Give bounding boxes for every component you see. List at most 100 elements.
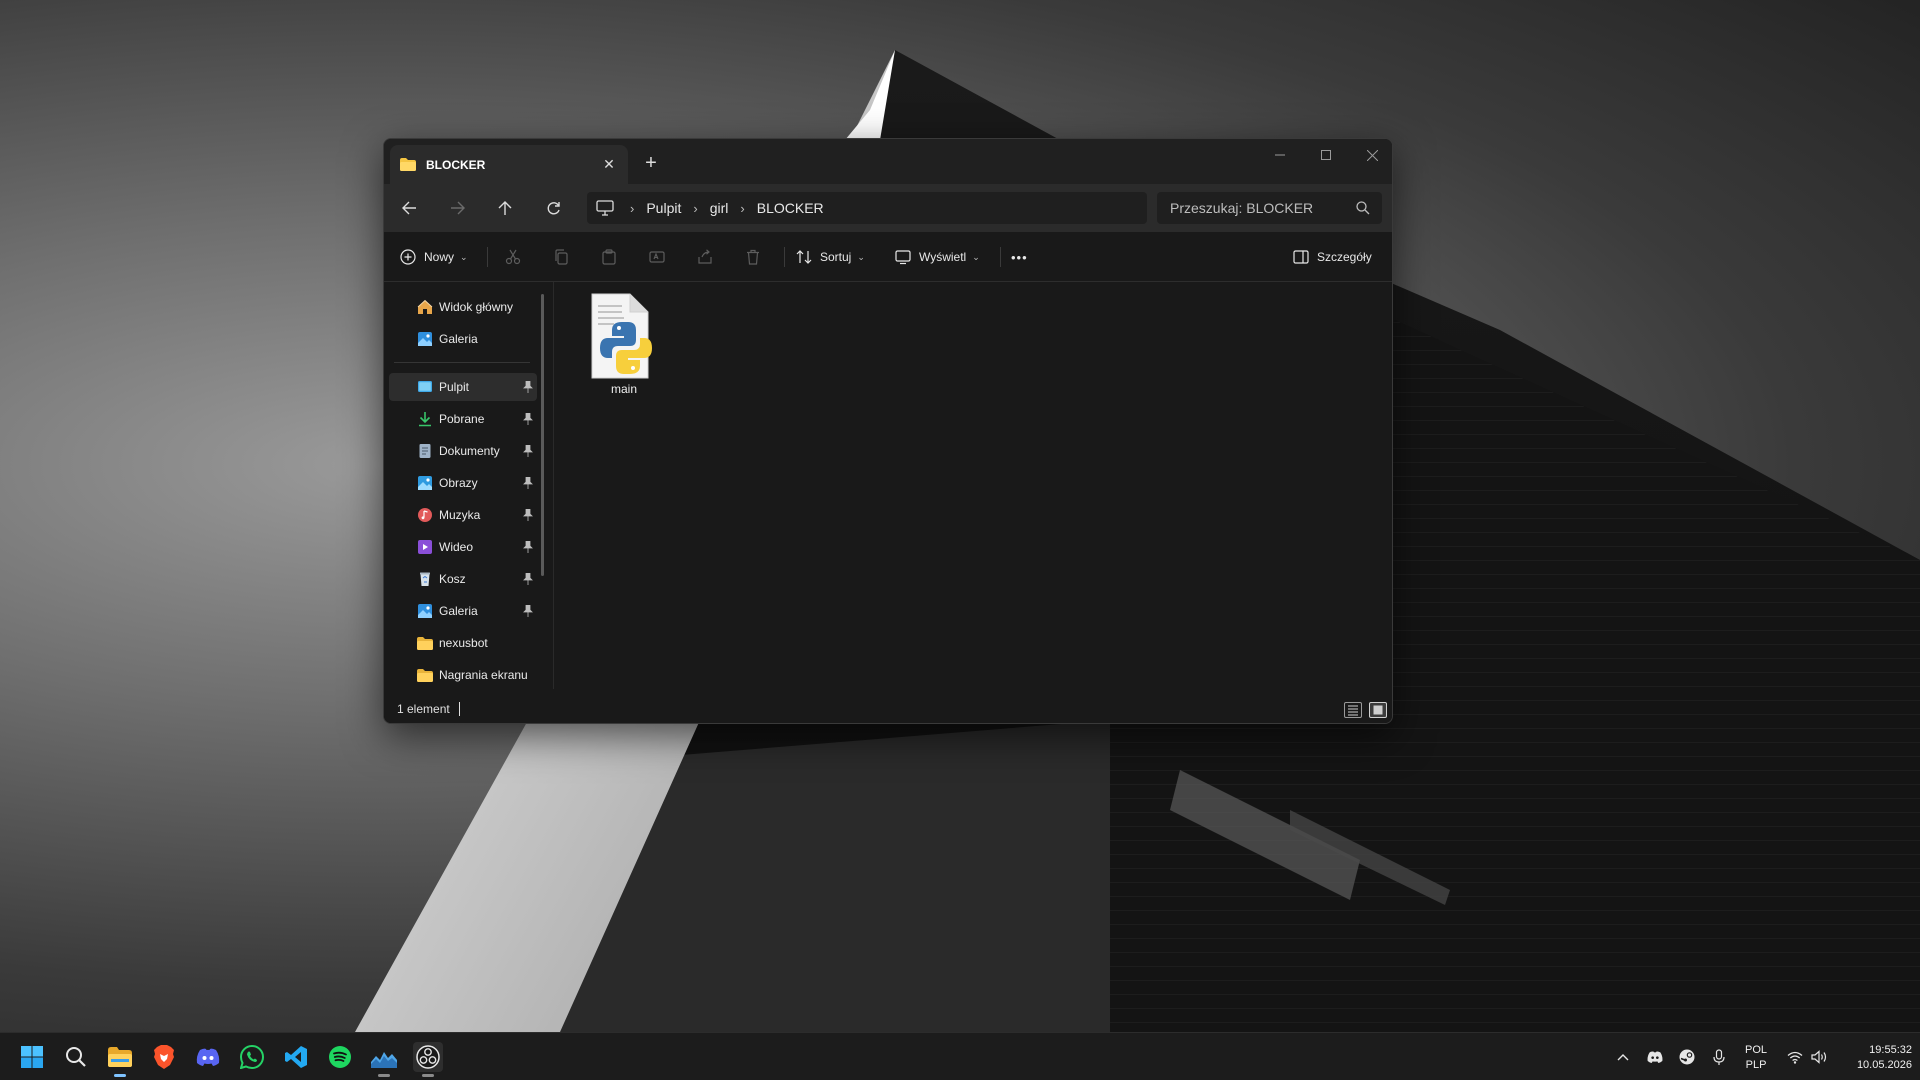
desktop-icon — [418, 381, 432, 392]
taskbar-obs[interactable] — [413, 1042, 443, 1077]
rename-button[interactable] — [649, 244, 665, 270]
sort-button[interactable]: Sortuj ⌄ — [796, 244, 865, 270]
sidebar-item-screen-recordings[interactable]: Nagrania ekranu — [389, 661, 537, 689]
close-icon — [1366, 149, 1378, 161]
copy-button[interactable] — [553, 244, 569, 270]
address-bar[interactable]: › Pulpit › girl › BLOCKER — [587, 192, 1147, 224]
tray-microphone[interactable] — [1709, 1047, 1729, 1067]
sidebar-item-documents[interactable]: Dokumenty — [389, 437, 537, 465]
brave-icon — [154, 1045, 174, 1069]
minimize-icon — [1275, 154, 1285, 156]
sidebar-item-downloads[interactable]: Pobrane — [389, 405, 537, 433]
running-indicator — [422, 1074, 434, 1077]
new-tab-button[interactable]: + — [640, 152, 662, 174]
tray-discord[interactable] — [1645, 1047, 1665, 1067]
taskbar-whatsapp[interactable] — [237, 1042, 267, 1072]
breadcrumb-girl[interactable]: girl — [710, 200, 729, 216]
vscode-icon — [285, 1046, 307, 1068]
show-hidden-icons-button[interactable] — [1613, 1047, 1633, 1067]
arrow-right-icon — [450, 201, 465, 215]
refresh-button[interactable] — [539, 194, 567, 222]
minimize-button[interactable] — [1257, 139, 1303, 171]
pin-icon — [523, 509, 533, 521]
chevron-up-icon — [1617, 1054, 1629, 1061]
sidebar-item-pictures[interactable]: Obrazy — [389, 469, 537, 497]
taskbar-search-button[interactable] — [61, 1042, 91, 1072]
back-button[interactable] — [395, 194, 423, 222]
chevron-down-icon: ⌄ — [857, 251, 865, 262]
sidebar-item-label: nexusbot — [439, 636, 488, 650]
sidebar-item-recycle-bin[interactable]: Kosz — [389, 565, 537, 593]
chevron-down-icon: ⌄ — [972, 251, 980, 262]
file-explorer-icon — [108, 1047, 132, 1067]
plus-circle-icon — [400, 249, 416, 265]
tray-network[interactable] — [1785, 1047, 1805, 1067]
delete-button[interactable] — [745, 244, 761, 270]
taskbar-file-explorer[interactable] — [105, 1042, 135, 1077]
taskbar-discord[interactable] — [193, 1042, 223, 1072]
running-indicator — [378, 1074, 390, 1077]
taskbar-steam[interactable] — [369, 1042, 399, 1077]
discord-icon — [196, 1048, 220, 1066]
taskbar-vscode[interactable] — [281, 1042, 311, 1072]
maximize-icon — [1321, 150, 1331, 160]
details-view-button[interactable] — [1344, 702, 1362, 718]
forward-button[interactable] — [443, 194, 471, 222]
tray-steam[interactable] — [1677, 1047, 1697, 1067]
gallery-icon — [418, 332, 432, 346]
large-icons-view-button[interactable] — [1369, 702, 1387, 718]
list-view-icon — [1348, 705, 1358, 716]
up-button[interactable] — [491, 194, 519, 222]
more-options-button[interactable]: ••• — [1011, 244, 1028, 270]
new-button[interactable]: Nowy ⌄ — [400, 244, 468, 270]
copy-icon — [555, 249, 568, 265]
tray-volume[interactable] — [1809, 1047, 1829, 1067]
share-button[interactable] — [697, 244, 713, 270]
breadcrumb-pulpit[interactable]: Pulpit — [646, 200, 681, 216]
item-count: 1 element — [397, 702, 450, 716]
sidebar-scrollbar[interactable] — [541, 294, 544, 576]
sidebar-item-gallery[interactable]: Galeria — [389, 325, 537, 353]
folder-icon — [417, 637, 433, 650]
sort-icon — [796, 250, 812, 264]
pin-icon — [523, 381, 533, 393]
refresh-icon — [547, 201, 560, 214]
python-file-icon — [591, 293, 652, 379]
sidebar-item-nexusbot[interactable]: nexusbot — [389, 629, 537, 657]
start-button[interactable] — [17, 1042, 47, 1072]
file-explorer-window: BLOCKER ✕ + › Pulpit › girl › BLOCKER Pr… — [383, 138, 1393, 724]
chevron-down-icon: ⌄ — [460, 251, 468, 262]
details-pane-button[interactable]: Szczegóły — [1293, 244, 1372, 270]
sidebar-item-videos[interactable]: Wideo — [389, 533, 537, 561]
sidebar-item-home[interactable]: Widok główny — [389, 293, 537, 321]
start-icon — [21, 1046, 43, 1068]
pin-icon — [523, 477, 533, 489]
pin-icon — [523, 445, 533, 457]
breadcrumb-blocker[interactable]: BLOCKER — [757, 200, 824, 216]
paste-button[interactable] — [601, 244, 617, 270]
rename-icon — [649, 251, 665, 263]
tab-blocker[interactable]: BLOCKER ✕ — [390, 145, 628, 184]
cut-button[interactable] — [505, 244, 521, 270]
search-icon — [1356, 201, 1370, 215]
maximize-button[interactable] — [1303, 139, 1349, 171]
clock[interactable]: 19:55:32 10.05.2026 — [1836, 1043, 1912, 1073]
sidebar-item-desktop[interactable]: Pulpit — [389, 373, 537, 401]
close-tab-icon[interactable]: ✕ — [600, 155, 618, 173]
sidebar-item-gallery-pinned[interactable]: Galeria — [389, 597, 537, 625]
taskbar-brave[interactable] — [149, 1042, 179, 1072]
taskbar-spotify[interactable] — [325, 1042, 355, 1072]
close-window-button[interactable] — [1349, 139, 1392, 171]
view-button[interactable]: Wyświetl ⌄ — [895, 244, 980, 270]
sidebar-item-music[interactable]: Muzyka — [389, 501, 537, 529]
obs-icon — [416, 1045, 440, 1069]
tab-title: BLOCKER — [426, 157, 486, 172]
whatsapp-icon — [240, 1045, 264, 1069]
spotify-icon — [329, 1046, 351, 1068]
file-item-main[interactable]: main — [584, 292, 664, 396]
file-list[interactable]: main — [554, 282, 1392, 689]
search-input[interactable]: Przeszukaj: BLOCKER — [1157, 192, 1382, 224]
details-pane-icon — [1293, 250, 1309, 264]
sidebar-item-label: Nagrania ekranu — [439, 668, 528, 682]
input-language-indicator[interactable]: POL PLP — [1745, 1043, 1767, 1073]
